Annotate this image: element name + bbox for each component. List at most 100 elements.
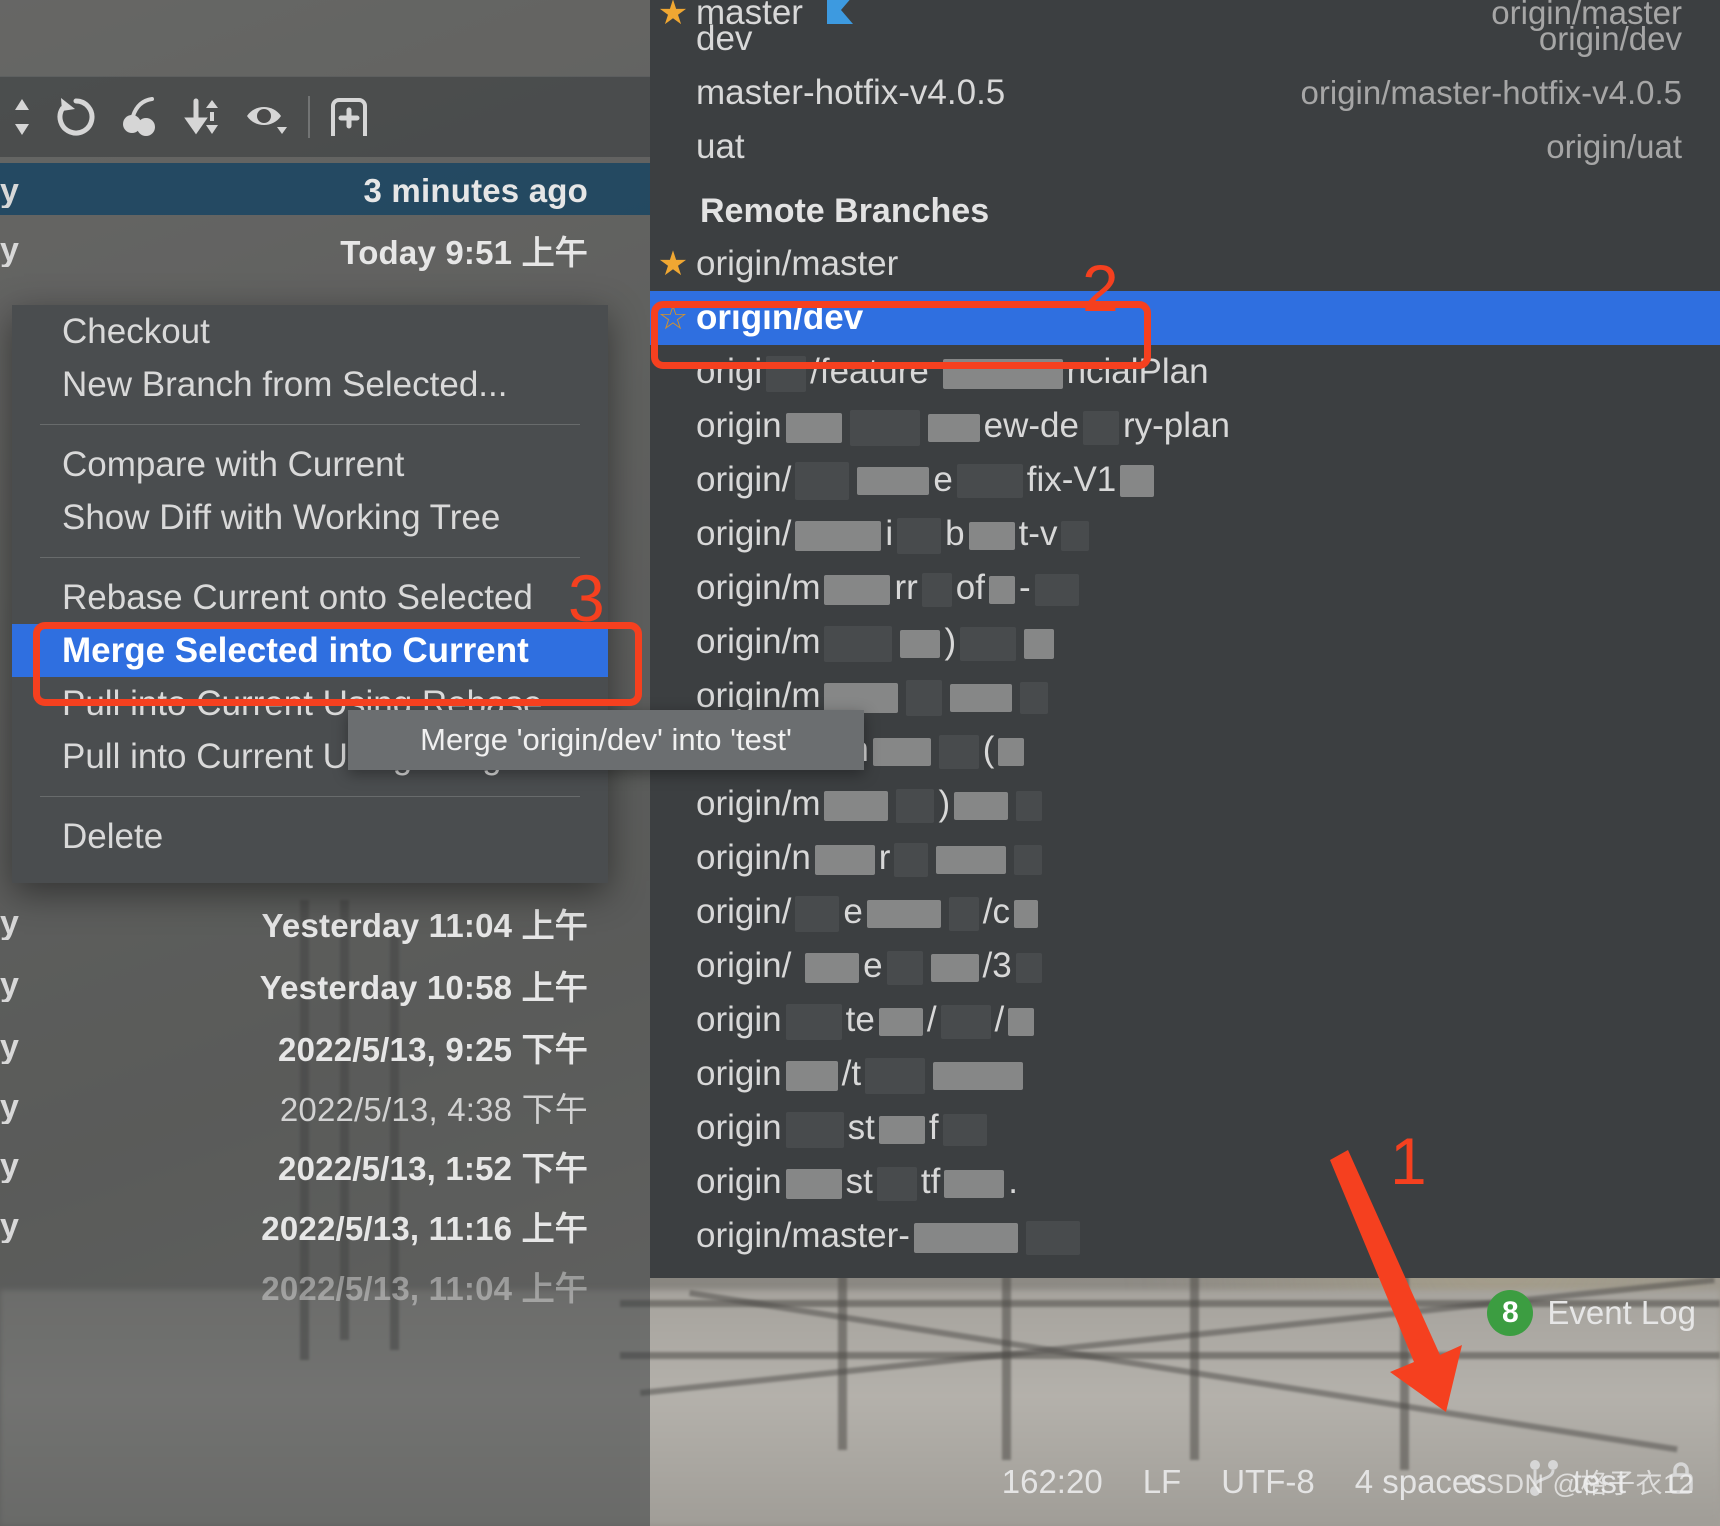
sort-icon[interactable] (172, 85, 236, 149)
favorite-star-icon[interactable]: ★ (650, 22, 696, 56)
log-row-edge: y (0, 1090, 19, 1124)
log-row-edge: y (0, 233, 19, 267)
merge-tooltip: Merge 'origin/dev' into 'test' (348, 710, 864, 770)
menu-separator (40, 796, 580, 797)
log-row-date: Yesterday 11:04 上午 (261, 907, 588, 944)
list-item[interactable]: ★ originstf (650, 1101, 1720, 1155)
list-item[interactable]: ★ origin/t (650, 1047, 1720, 1101)
branch-name: dev (696, 19, 753, 58)
log-row-date: 2022/5/13, 11:04 上午 (261, 1270, 588, 1307)
menu-item-merge-selected-into-current[interactable]: Merge Selected into Current (12, 624, 608, 677)
list-item[interactable]: ★ origin/efix-V1 (650, 453, 1720, 507)
list-item[interactable]: ★ master-hotfix-v4.0.5 origin/master-hot… (650, 66, 1720, 120)
log-row-edge: y (0, 1030, 19, 1064)
event-log-badge: 8 (1487, 1290, 1534, 1336)
menu-item-delete[interactable]: Delete (12, 810, 608, 863)
branch-context-menu[interactable]: Checkout New Branch from Selected... Com… (12, 305, 608, 883)
new-branch-icon[interactable] (318, 85, 382, 149)
list-item[interactable]: y Yesterday 10:58 上午 (0, 957, 650, 1013)
list-item[interactable]: ★ origin/ibt-v (650, 507, 1720, 561)
favorite-star-icon: ★ (650, 841, 696, 875)
expand-collapse-icon[interactable] (0, 85, 44, 149)
list-item[interactable]: ★ originte// (650, 993, 1720, 1047)
menu-item-checkout[interactable]: Checkout (12, 305, 608, 358)
branch-tracking: origin/master-hotfix-v4.0.5 (1300, 74, 1682, 111)
line-separator[interactable]: LF (1143, 1463, 1182, 1501)
menu-item-compare-with-current[interactable]: Compare with Current (12, 438, 608, 491)
branch-name: master-hotfix-v4.0.5 (696, 73, 1006, 112)
log-row-edge: y (0, 906, 19, 940)
git-branches-popup[interactable]: ★ master origin/master ★ dev origin/dev … (650, 0, 1720, 1278)
refresh-icon[interactable] (44, 85, 108, 149)
branch-name: origin/n r (696, 838, 1046, 878)
log-row-date: 2022/5/13, 11:16 上午 (261, 1210, 588, 1247)
list-item[interactable]: y 2022/5/13, 4:38 下午 (0, 1079, 650, 1135)
list-item[interactable]: y 3 minutes ago (0, 163, 650, 219)
event-log-label: Event Log (1547, 1294, 1696, 1331)
list-item[interactable]: ★ origin/master (650, 237, 1720, 291)
cherry-pick-icon[interactable] (108, 85, 172, 149)
favorite-star-icon: ★ (650, 625, 696, 659)
branch-name: origin/i b t-v (696, 514, 1093, 554)
status-bar: 162:20 LF UTF-8 4 spaces test (0, 1438, 1720, 1526)
list-item[interactable]: ★ origin/nr (650, 831, 1720, 885)
file-encoding[interactable]: UTF-8 (1221, 1463, 1315, 1501)
favorite-star-icon: ★ (650, 463, 696, 497)
log-row-edge: y (0, 968, 19, 1002)
branch-name: origin/m) (696, 622, 1058, 662)
list-item[interactable]: ★ origin/mrrof- (650, 561, 1720, 615)
list-item[interactable]: ★ origin/m) (650, 777, 1720, 831)
list-item[interactable]: ★ originsttf. (650, 1155, 1720, 1209)
favorite-star-icon[interactable]: ★ (650, 76, 696, 110)
branch-name: origin/t (696, 1054, 1027, 1094)
eye-filter-icon[interactable] (236, 85, 300, 149)
list-item[interactable]: y Today 9:51 上午 (0, 222, 650, 278)
favorite-star-icon[interactable]: ★ (650, 247, 696, 281)
watermark: CSDN @格子衣12 (1466, 1469, 1694, 1499)
favorite-star-icon: ★ (650, 1219, 696, 1253)
list-item[interactable]: ★ origin/e/c (650, 885, 1720, 939)
list-item[interactable]: ★ origin/m) (650, 615, 1720, 669)
log-row-date: 2022/5/13, 1:52 下午 (278, 1150, 588, 1187)
branch-tracking: origin/uat (1546, 128, 1682, 165)
branch-name: origin st f (696, 1108, 991, 1148)
branch-name: uat (696, 127, 745, 166)
log-row-date: Today 9:51 上午 (340, 234, 588, 271)
branch-name: origin te / / (696, 1000, 1038, 1040)
menu-item-rebase-current-onto-selected[interactable]: Rebase Current onto Selected (12, 571, 608, 624)
git-log-toolbar[interactable] (0, 76, 650, 157)
list-item[interactable]: 2022/5/13, 11:04 上午 (0, 1258, 650, 1314)
list-item[interactable]: ★ originew-dery-plan (650, 399, 1720, 453)
remote-branches-header: Remote Branches (700, 192, 990, 230)
caret-position[interactable]: 162:20 (1002, 1463, 1103, 1501)
list-item[interactable]: y Yesterday 11:04 上午 (0, 895, 650, 951)
favorite-star-icon[interactable]: ☆ (650, 301, 696, 335)
menu-item-new-branch-from-selected[interactable]: New Branch from Selected... (12, 358, 608, 411)
toolbar-divider (308, 96, 310, 138)
list-item[interactable]: ★ uat origin/uat (650, 120, 1720, 174)
favorite-star-icon: ★ (650, 1111, 696, 1145)
branch-name: origin/master (696, 244, 899, 283)
list-item-origin-dev[interactable]: ☆ origin/dev (650, 291, 1720, 345)
list-item[interactable]: ★ dev origin/dev (650, 12, 1720, 66)
log-row-edge: y (0, 1149, 19, 1183)
list-item[interactable]: ★ origin/master- (650, 1209, 1720, 1263)
list-item[interactable]: y 2022/5/13, 1:52 下午 (0, 1138, 650, 1194)
favorite-star-icon[interactable]: ★ (650, 130, 696, 164)
log-row-edge: y (0, 174, 19, 208)
branch-name: origin/m rr of - (696, 568, 1083, 608)
list-item[interactable]: ★ origin/ e/3 (650, 939, 1720, 993)
favorite-star-icon: ★ (650, 355, 696, 389)
event-log-indicator[interactable]: 8 Event Log (1487, 1290, 1696, 1336)
log-row-date: 2022/5/13, 4:38 下午 (279, 1091, 588, 1128)
menu-item-show-diff-with-working-tree[interactable]: Show Diff with Working Tree (12, 491, 608, 544)
list-item[interactable]: ★ origi/feature ncialPlan (650, 345, 1720, 399)
favorite-star-icon: ★ (650, 571, 696, 605)
branch-name: origin/master- (696, 1216, 1084, 1256)
list-item[interactable]: y 2022/5/13, 9:25 下午 (0, 1019, 650, 1075)
favorite-star-icon: ★ (650, 787, 696, 821)
log-row-date: Yesterday 10:58 上午 (259, 969, 588, 1006)
backdrop-rail (620, 1352, 1720, 1359)
list-item[interactable]: y 2022/5/13, 11:16 上午 (0, 1198, 650, 1254)
backdrop-rail (838, 1270, 847, 1450)
